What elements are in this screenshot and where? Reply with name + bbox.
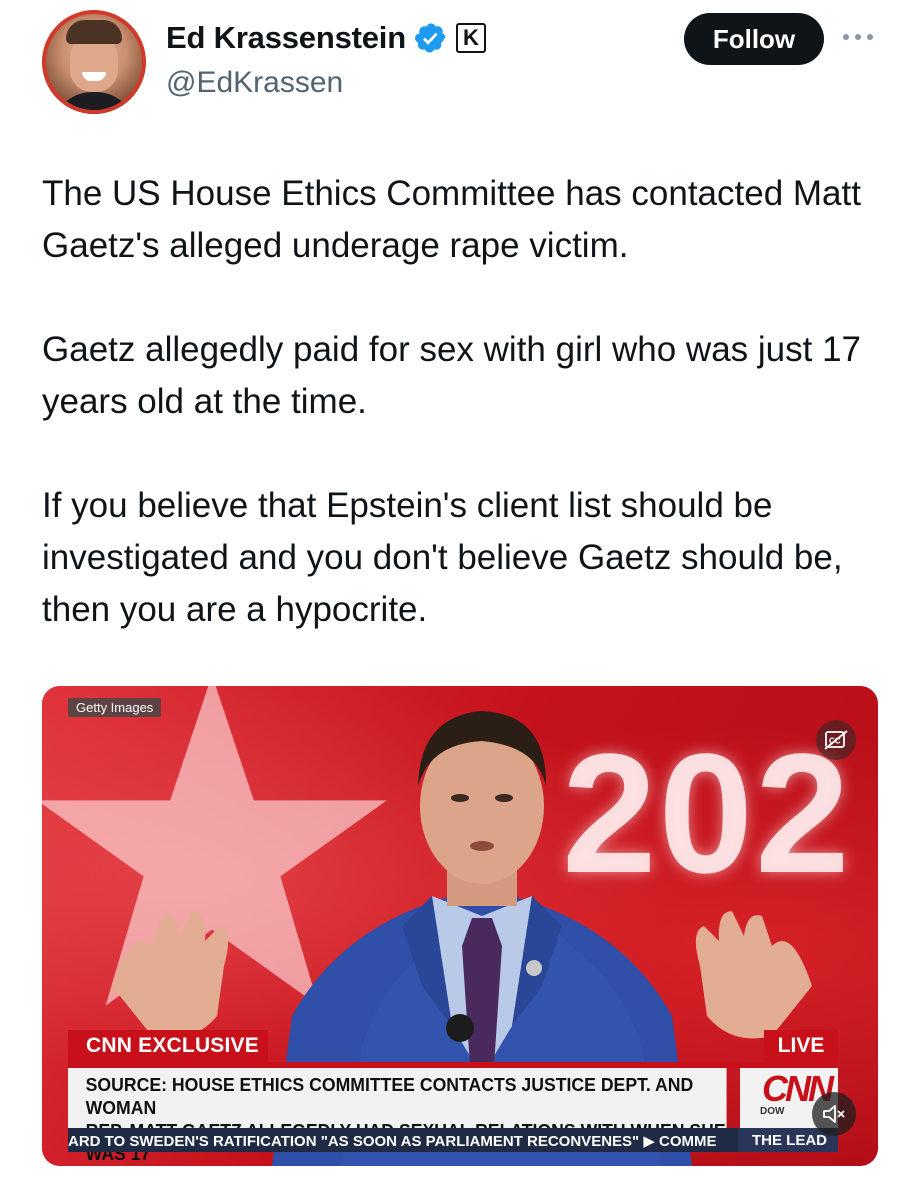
follow-button[interactable]: Follow bbox=[684, 13, 824, 65]
author-display-name[interactable]: Ed Krassenstein bbox=[166, 20, 406, 56]
tweet-text: The US House Ethics Committee has contac… bbox=[42, 168, 902, 688]
tweet-media-video[interactable]: 202 Getty Images CNN EXCLUSIVE LIVE SOUR… bbox=[42, 686, 878, 1166]
author-avatar[interactable] bbox=[42, 10, 146, 114]
cnn-exclusive-tag: CNN EXCLUSIVE bbox=[68, 1030, 268, 1062]
more-options-icon[interactable] bbox=[838, 22, 878, 52]
dow-label: DOW bbox=[760, 1106, 785, 1117]
chyron-headline-line1: SOURCE: HOUSE ETHICS COMMITTEE CONTACTS … bbox=[85, 1075, 694, 1118]
news-ticker: ARD TO SWEDEN'S RATIFICATION "AS SOON AS… bbox=[68, 1128, 838, 1152]
closed-captions-icon[interactable]: CC bbox=[816, 720, 856, 760]
author-name-row: Ed Krassenstein K bbox=[166, 20, 486, 56]
tweet-paragraph: The US House Ethics Committee has contac… bbox=[42, 174, 861, 265]
chyron-headline: SOURCE: HOUSE ETHICS COMMITTEE CONTACTS … bbox=[68, 1068, 727, 1164]
live-tag: LIVE bbox=[764, 1030, 838, 1062]
mute-icon[interactable] bbox=[812, 1092, 856, 1136]
tweet-card: Ed Krassenstein K @EdKrassen Follow The … bbox=[0, 0, 922, 1200]
verified-badge-icon[interactable] bbox=[414, 21, 448, 55]
author-handle[interactable]: @EdKrassen bbox=[166, 66, 343, 100]
affiliate-badge[interactable]: K bbox=[455, 23, 486, 53]
tweet-paragraph: If you believe that Epstein's client lis… bbox=[42, 486, 843, 629]
getty-images-credit: Getty Images bbox=[68, 698, 162, 717]
tweet-paragraph: Gaetz allegedly paid for sex with girl w… bbox=[42, 330, 862, 421]
